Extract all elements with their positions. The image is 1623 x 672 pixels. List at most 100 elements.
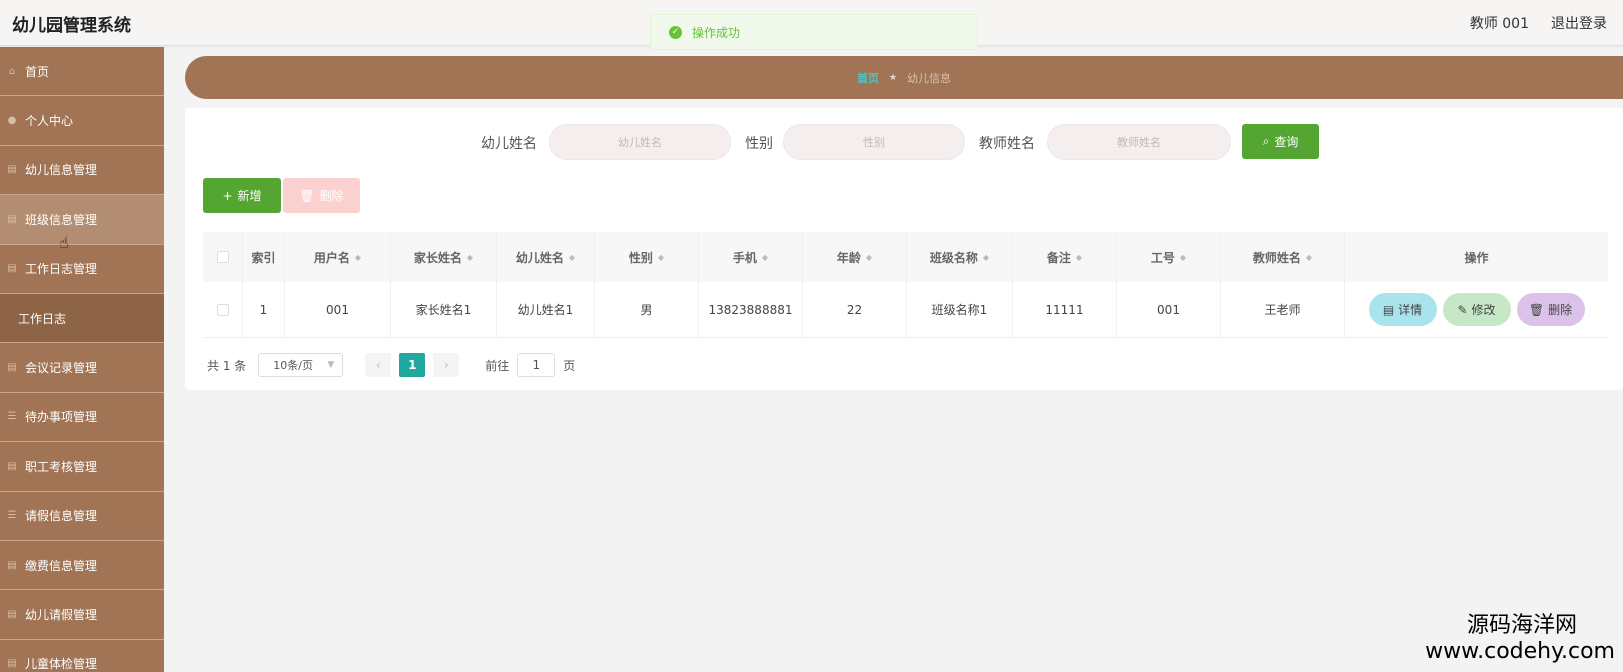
cell-age: 22	[803, 282, 907, 337]
sort-icon: ◆	[1075, 252, 1083, 262]
sidebar-item-meeting[interactable]: ▤ 会议记录管理	[0, 343, 164, 393]
detail-button[interactable]: ▤ 详情	[1368, 293, 1437, 326]
list-icon: ☰	[7, 411, 17, 423]
col-note[interactable]: 备注 ◆	[1013, 232, 1117, 282]
delete-button[interactable]: 🗑 删除	[1516, 293, 1585, 326]
sort-icon: ◆	[865, 252, 873, 262]
gender-label: 性别	[745, 136, 773, 152]
next-page-button[interactable]: ›	[433, 353, 460, 377]
edit-label: 修改	[1471, 303, 1496, 317]
col-child-name[interactable]: 幼儿姓名 ◆	[497, 232, 595, 282]
sidebar-item-work-log-mgmt[interactable]: ▤ 工作日志管理	[0, 245, 164, 294]
user-area: 教师 001 退出登录	[1470, 13, 1607, 33]
sort-icon: ◆	[982, 252, 990, 262]
row-select-cell[interactable]	[203, 282, 243, 337]
col-username[interactable]: 用户名 ◆	[285, 232, 391, 282]
query-button[interactable]: ⌕ 查询	[1242, 124, 1319, 159]
col-age[interactable]: 年龄 ◆	[803, 232, 907, 282]
sidebar-item-staff-review[interactable]: ▤ 职工考核管理	[0, 442, 164, 492]
col-class-name[interactable]: 班级名称 ◆	[907, 232, 1013, 282]
sidebar-item-label: 班级信息管理	[25, 212, 98, 227]
row-checkbox[interactable]	[216, 303, 229, 316]
watermark-line1: 源码海洋网	[1466, 613, 1577, 638]
folder-icon: ▤	[7, 460, 17, 472]
data-table: 索引 用户名 ◆ 家长姓名 ◆ 幼儿姓名 ◆ 性别 ◆ 手机 ◆ 年龄 ◆ 班级名称 ◆ 备注…	[203, 232, 1608, 338]
cell-note: 11111	[1013, 282, 1117, 337]
sort-icon: ◆	[466, 252, 474, 262]
toast-message: 操作成功	[692, 25, 741, 40]
total-count: 共 1 条	[207, 358, 247, 373]
cell-parent-name: 家长姓名1	[391, 282, 497, 337]
sort-icon: ◆	[568, 252, 576, 262]
select-all-cell[interactable]	[203, 232, 243, 282]
main-panel: 幼儿姓名 幼儿姓名 性别 性别 教师姓名 教师姓名 ⌕ 查询 + 新增 🗑 删除…	[185, 108, 1623, 390]
folder-icon: ▤	[7, 608, 17, 620]
sidebar-item-todo[interactable]: ☰ 待办事项管理	[0, 393, 164, 443]
folder-icon: ▤	[7, 164, 17, 176]
current-user[interactable]: 教师 001	[1470, 13, 1529, 33]
table-header: 索引 用户名 ◆ 家长姓名 ◆ 幼儿姓名 ◆ 性别 ◆ 手机 ◆ 年龄 ◆ 班级名称 ◆ 备注…	[203, 232, 1608, 282]
cell-child-name: 幼儿姓名1	[497, 282, 595, 337]
folder-icon: ▤	[7, 263, 17, 275]
sort-icon: ◆	[1305, 252, 1313, 262]
pagination: 共 1 条 10条/页 ▼ ‹ 1 › 前往 1 页	[207, 353, 575, 377]
app-title: 幼儿园管理系统	[12, 16, 131, 36]
check-circle-icon: ✓	[669, 25, 682, 39]
cell-username: 001	[285, 282, 391, 337]
batch-delete-label: 删除	[319, 189, 344, 203]
add-button-label: 新增	[237, 189, 262, 203]
col-teacher-name[interactable]: 教师姓名 ◆	[1221, 232, 1345, 282]
logout-link[interactable]: 退出登录	[1551, 13, 1607, 33]
col-work-id[interactable]: 工号 ◆	[1117, 232, 1221, 282]
query-button-label: 查询	[1274, 135, 1299, 149]
col-index: 索引	[243, 232, 285, 282]
batch-delete-button[interactable]: 🗑 删除	[283, 178, 360, 213]
success-toast: ✓ 操作成功	[650, 14, 978, 50]
sidebar-item-label: 首页	[25, 64, 50, 79]
add-button[interactable]: + 新增	[203, 178, 281, 213]
table-row: 1 001 家长姓名1 幼儿姓名1 男 13823888881 22 班级名称1…	[203, 282, 1608, 338]
sidebar-item-label: 职工考核管理	[25, 459, 98, 474]
sidebar-item-label: 儿童体检管理	[25, 657, 98, 672]
col-phone[interactable]: 手机 ◆	[699, 232, 803, 282]
cell-index: 1	[243, 282, 285, 337]
col-parent-name[interactable]: 家长姓名 ◆	[391, 232, 497, 282]
teacher-name-label: 教师姓名	[979, 136, 1035, 152]
sidebar-item-label: 幼儿信息管理	[25, 163, 98, 178]
breadcrumb-home[interactable]: 首页	[857, 70, 879, 86]
sidebar-item-child-leave[interactable]: ▤ 幼儿请假管理	[0, 590, 164, 640]
page-size-select[interactable]: 10条/页 ▼	[258, 353, 344, 377]
sidebar-item-child-info[interactable]: ▤ 幼儿信息管理	[0, 146, 164, 196]
sidebar-item-home[interactable]: ⌂ 首页	[0, 47, 164, 97]
gender-input[interactable]: 性别	[783, 124, 965, 160]
edit-button[interactable]: ✎ 修改	[1442, 293, 1511, 326]
search-icon: ⌕	[1262, 134, 1270, 148]
sidebar: ⌂ 首页 ● 个人中心 ▤ 幼儿信息管理 ▤ 班级信息管理 ▤ 工作日志管理 工…	[0, 47, 164, 672]
goto-page-input[interactable]: 1	[517, 353, 556, 377]
col-gender[interactable]: 性别 ◆	[595, 232, 699, 282]
sidebar-item-work-log[interactable]: 工作日志	[0, 293, 164, 344]
chevron-down-icon: ▼	[327, 360, 335, 370]
teacher-name-input[interactable]: 教师姓名	[1047, 124, 1231, 160]
sidebar-item-label: 缴费信息管理	[25, 558, 98, 573]
cell-class-name: 班级名称1	[907, 282, 1013, 337]
page-number-button[interactable]: 1	[399, 353, 426, 377]
sidebar-item-label: 待办事项管理	[25, 410, 98, 425]
mouse-cursor-icon: ☝	[59, 233, 69, 252]
folder-icon: ▤	[7, 213, 17, 225]
sidebar-item-profile[interactable]: ● 个人中心	[0, 96, 164, 146]
cell-gender: 男	[595, 282, 699, 337]
pencil-icon: ✎	[1457, 302, 1468, 317]
prev-page-button[interactable]: ‹	[365, 353, 392, 377]
sidebar-item-leave-info[interactable]: ☰ 请假信息管理	[0, 492, 164, 541]
search-form: 幼儿姓名 幼儿姓名 性别 性别 教师姓名 教师姓名 ⌕ 查询	[185, 124, 1623, 160]
child-name-input[interactable]: 幼儿姓名	[549, 124, 731, 160]
sidebar-item-class-info[interactable]: ▤ 班级信息管理	[0, 195, 164, 245]
sidebar-item-health-check[interactable]: ▤ 儿童体检管理	[0, 640, 164, 672]
select-all-checkbox[interactable]	[216, 251, 229, 263]
detail-label: 详情	[1398, 303, 1423, 317]
cell-actions: ▤ 详情 ✎ 修改 🗑 删除	[1345, 282, 1608, 337]
chevron-left-icon: ‹	[375, 358, 381, 372]
breadcrumb-current: 幼儿信息	[907, 71, 952, 85]
sidebar-item-payment[interactable]: ▤ 缴费信息管理	[0, 541, 164, 591]
